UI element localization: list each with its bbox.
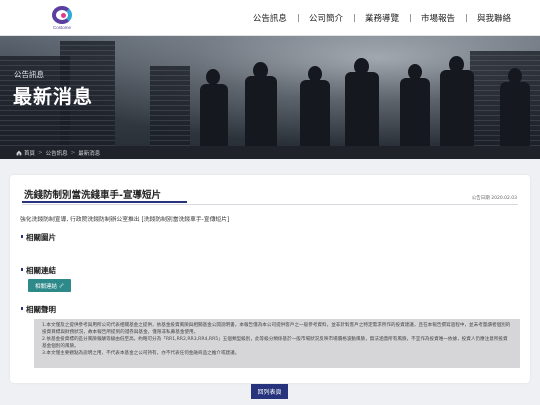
banner-silhouette xyxy=(308,66,322,82)
nav-item-business[interactable]: 業務導覽 xyxy=(353,12,410,24)
related-link-label: 相關連結 xyxy=(34,283,57,290)
banner-silhouette xyxy=(345,72,379,146)
nav-item-contact[interactable]: 與我聯絡 xyxy=(465,12,522,24)
banner-silhouette xyxy=(245,76,277,146)
banner-silhouette xyxy=(400,78,430,146)
banner-building xyxy=(150,66,190,146)
logo-mark-icon xyxy=(52,6,72,24)
related-link-button[interactable]: 相關連結 xyxy=(28,279,71,292)
article-lead: 強化洗錢防制宣導, 行政院洗錢防制辦公室推出 [洗錢防制別當洗錢車手-宣傳短片] xyxy=(20,217,230,223)
disclaimer-box: 1.本文僅及之提供參考與用所公司代表相關基金之提供，依基金投資風險與相關基金公開… xyxy=(34,319,520,368)
banner-subtitle: 公告訊息 xyxy=(14,70,44,79)
breadcrumb-separator: > xyxy=(38,149,43,156)
breadcrumb-home-label: 首頁 xyxy=(24,150,36,157)
hero-banner: 公告訊息 最新消息 xyxy=(0,36,540,146)
breadcrumb: 首頁 > 公告訊息 > 最新消息 xyxy=(0,146,540,159)
banner-silhouette xyxy=(508,68,522,84)
back-to-list-button[interactable]: 回列表頁 xyxy=(251,384,288,399)
breadcrumb-announcements[interactable]: 公告訊息 xyxy=(46,149,68,157)
banner-silhouette xyxy=(206,69,220,85)
disclaimer-line: 1.本文僅及之提供參考與用所公司代表相關基金之提供，依基金投資風險與相關基金公開… xyxy=(42,323,511,336)
banner-silhouette xyxy=(500,82,530,146)
breadcrumb-separator: > xyxy=(70,149,76,156)
article-card: 洗錢防制別當洗錢車手-宣導短片 公告日期 2020.02.03 強化洗錢防制宣導… xyxy=(10,175,530,383)
nav-item-announcements[interactable]: 公告訊息 xyxy=(242,12,298,24)
disclaimer-line: 2.依基金投資標的區分風險報酬等級由低至高，約略可分為「RR1,RR2,RR3,… xyxy=(42,337,508,350)
section-title-links: 相關連結 xyxy=(21,266,56,275)
disclaimer-line: 3.本文僅主要觀點為說明之用，不代表本基金之公司持有，亦不代表任何金融商品之推介… xyxy=(42,351,240,357)
link-icon xyxy=(59,283,64,288)
title-underline xyxy=(22,201,187,203)
section-title-images: 相關圖片 xyxy=(21,233,56,242)
page-title: 最新消息 xyxy=(13,86,94,108)
nav-item-about[interactable]: 公司簡介 xyxy=(297,12,354,24)
banner-silhouette xyxy=(440,70,474,146)
main-nav: 公告訊息 公司簡介 業務導覽 市場報告 與我聯絡 xyxy=(242,0,522,36)
banner-silhouette xyxy=(253,62,268,79)
banner-silhouette xyxy=(449,56,464,73)
banner-silhouette xyxy=(300,80,330,146)
breadcrumb-news: 最新消息 xyxy=(78,150,101,157)
publish-date: 公告日期 2020.02.03 xyxy=(471,196,517,201)
banner-silhouette xyxy=(200,84,228,146)
title-divider xyxy=(22,204,518,205)
section-title-disclaimer: 相關聲明 xyxy=(21,305,56,314)
nav-item-market-report[interactable]: 市場報告 xyxy=(409,12,466,24)
banner-silhouette xyxy=(354,58,369,75)
home-icon xyxy=(16,150,22,155)
article-title: 洗錢防制別當洗錢車手-宣導短片 xyxy=(24,190,161,201)
site-header: Costome 公告訊息 公司簡介 業務導覽 市場報告 與我聯絡 xyxy=(0,0,540,36)
banner-silhouette xyxy=(408,64,422,80)
company-logo[interactable]: Costome xyxy=(50,6,74,32)
breadcrumb-home[interactable]: 首頁 xyxy=(16,149,35,157)
logo-text: Costome xyxy=(52,25,71,30)
